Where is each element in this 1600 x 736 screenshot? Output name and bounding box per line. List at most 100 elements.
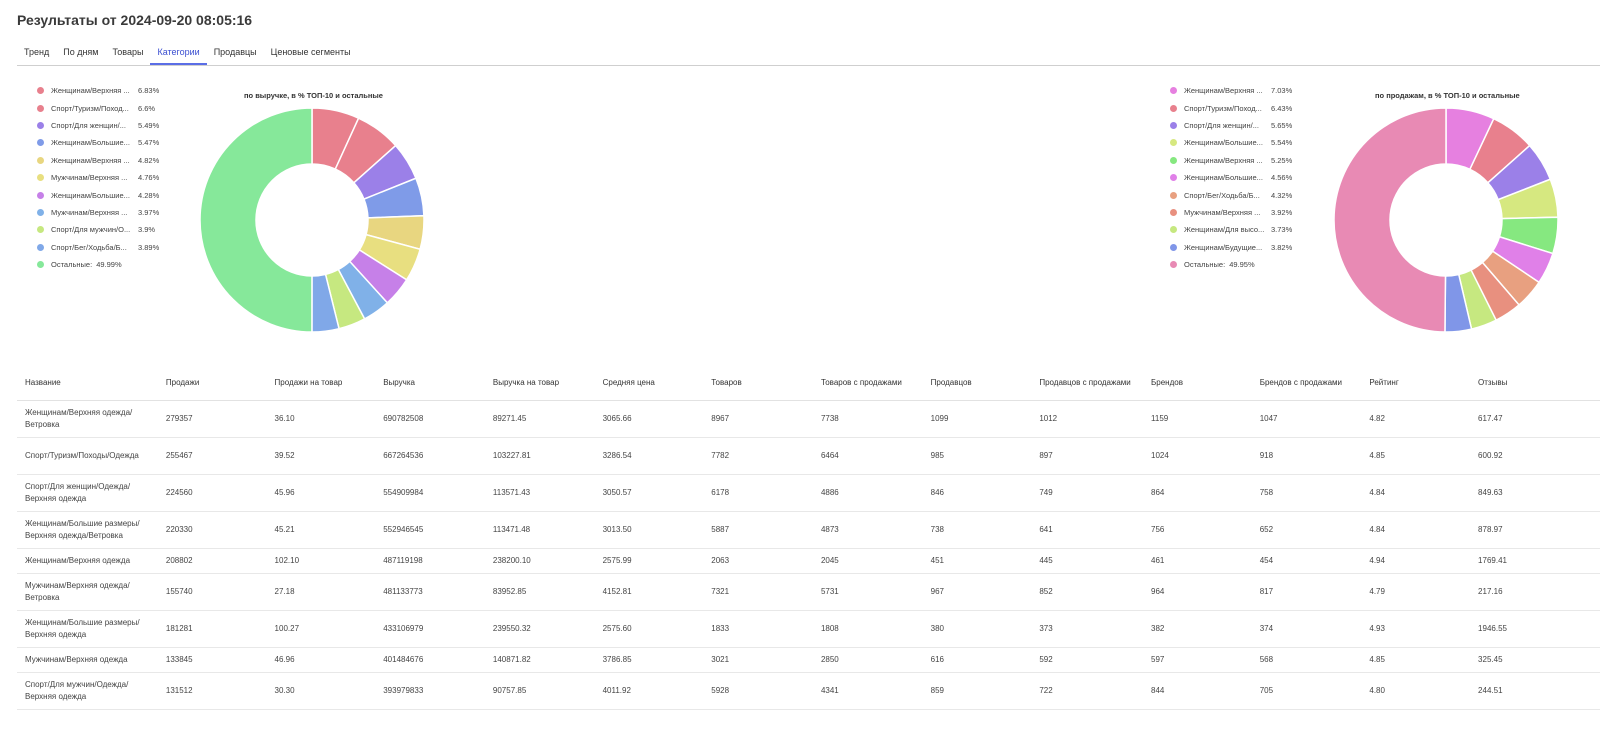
table-cell: 100.27 [266,610,376,648]
tab-price-segments[interactable]: Ценовые сегменты [264,43,358,64]
table-row[interactable]: Мужчинам/Верхняя одежда 133845 46.96 401484… [17,647,1600,673]
table-header-row: Название Продажи Продажи на товар Выручка Вы… [17,364,1600,401]
table-cell: 445 [1031,548,1144,574]
table-cell: 616 [922,647,1032,673]
table-cell: Мужчинам/Верхняя одежда/Ветровка [17,573,158,611]
table-cell: 140871.82 [484,647,595,673]
table-cell: 1833 [703,610,813,648]
table-cell: 4.80 [1361,672,1471,710]
column-header[interactable]: Выручка [375,364,485,401]
column-header[interactable]: Продажи [157,364,267,401]
legend-item[interactable]: Мужчинам/Верхняя ... 3.97% [37,204,159,221]
table-cell: 481133773 [375,573,485,611]
table-cell: 617.47 [1470,400,1600,438]
legend-item[interactable]: Мужчинам/Верхняя ... 3.92% [1170,204,1292,221]
legend-item[interactable]: Женщинам/Верхняя ... 6.83% [37,82,159,99]
table-cell: 244.51 [1470,672,1600,710]
table-cell: 102.10 [266,548,376,574]
legend-item[interactable]: Женщинам/Большие... 5.47% [37,134,159,151]
table-cell: 738 [922,511,1032,549]
table-cell: 181281 [157,610,267,648]
legend-item[interactable]: Спорт/Для женщин/... 5.49% [37,117,159,134]
legend-item[interactable]: Спорт/Бег/Ходьба/Б... 3.89% [37,239,159,256]
table-cell: 6464 [812,437,923,475]
table-cell: 846 [922,474,1032,512]
legend-item[interactable]: Женщинам/Большие... 5.54% [1170,134,1292,151]
column-header[interactable]: Брендов [1143,364,1252,401]
legend-item[interactable]: Женщинам/Верхняя ... 4.82% [37,152,159,169]
legend-item[interactable]: Спорт/Для женщин/... 5.65% [1170,117,1292,134]
tab-by-days[interactable]: По дням [56,43,105,64]
table-cell: 5731 [812,573,923,611]
legend-value: 5.47% [138,138,160,148]
table-cell: 380 [922,610,1032,648]
legend-swatch [1170,243,1177,251]
legend-item[interactable]: Женщинам/Для высо... 3.73% [1170,221,1292,238]
tab-sellers[interactable]: Продавцы [207,43,264,64]
table-cell: 451 [922,548,1032,574]
legend-value: 3.82% [1271,242,1293,252]
column-header[interactable]: Выручка на товар [484,364,595,401]
legend-item[interactable]: Женщинам/Большие... 4.56% [1170,169,1292,186]
legend-value: 6.43% [1271,103,1293,113]
legend-item[interactable]: Спорт/Туризм/Поход... 6.43% [1170,99,1292,116]
table-cell: 897 [1031,437,1144,475]
legend-item[interactable]: Женщинам/Будущие... 3.82% [1170,239,1292,256]
tab-categories[interactable]: Категории [150,43,207,65]
column-header[interactable]: Название [17,364,158,401]
legend-item[interactable]: Спорт/Для мужчин/О... 3.9% [37,221,159,238]
table-row[interactable]: Женщинам/Большие размеры/Верхняя одежда/… [17,511,1600,549]
sales-donut-chart [1333,107,1559,333]
legend-label: Женщинам/Большие... [51,138,130,148]
legend-label: Спорт/Бег/Ходьба/Б... [1184,190,1260,200]
table-cell: 382 [1143,610,1252,648]
table-cell: 859 [922,672,1032,710]
column-header[interactable]: Продажи на товар [266,364,376,401]
column-header[interactable]: Продавцов [922,364,1032,401]
table-cell: 722 [1031,672,1144,710]
column-header[interactable]: Средняя цена [594,364,704,401]
column-header[interactable]: Товаров [703,364,813,401]
donut-slice[interactable] [1333,107,1447,333]
column-header[interactable]: Рейтинг [1361,364,1471,401]
legend-item[interactable]: Женщинам/Верхняя ... 7.03% [1170,82,1292,99]
table-cell: 2063 [703,548,813,574]
table-cell: 2850 [812,647,923,673]
table-row[interactable]: Женщинам/Большие размеры/Верхняя одежда 1… [17,610,1600,648]
legend-swatch [37,139,44,147]
table-cell: 4873 [812,511,923,549]
legend-item[interactable]: Спорт/Туризм/Поход... 6.6% [37,99,159,116]
table-row[interactable]: Спорт/Для женщин/Одежда/Верхняя одежда 22… [17,474,1600,512]
legend-item[interactable]: Спорт/Бег/Ходьба/Б... 4.32% [1170,186,1292,203]
legend-value: 49.99% [96,260,122,270]
table-cell: 4.82 [1361,400,1471,438]
column-header[interactable]: Продавцов с продажами [1031,364,1144,401]
table-row[interactable]: Мужчинам/Верхняя одежда/Ветровка 155740 27… [17,573,1600,611]
legend-value: 49.95% [1229,260,1255,270]
legend-item[interactable]: Женщинам/Большие... 4.28% [37,186,159,203]
table-cell: 705 [1251,672,1362,710]
table-cell: 3786.85 [594,647,704,673]
tab-products[interactable]: Товары [106,43,151,64]
table-row[interactable]: Женщинам/Верхняя одежда/Ветровка 279357 36… [17,400,1600,438]
legend-item[interactable]: Остальные: 49.99% [37,256,159,273]
table-cell: 878.97 [1470,511,1600,549]
table-cell: 4152.81 [594,573,704,611]
column-header[interactable]: Отзывы [1470,364,1600,401]
tab-trend[interactable]: Тренд [17,43,56,64]
table-cell: Женщинам/Большие размеры/Верхняя одежда/… [17,511,158,549]
legend-item[interactable]: Мужчинам/Верхняя ... 4.76% [37,169,159,186]
legend-label: Женщинам/Верхняя ... [51,86,130,96]
table-row[interactable]: Женщинам/Верхняя одежда 208802 102.10 48711… [17,548,1600,574]
column-header[interactable]: Брендов с продажами [1251,364,1362,401]
legend-swatch [37,191,44,199]
table-row[interactable]: Спорт/Туризм/Походы/Одежда 255467 39.52 667… [17,437,1600,475]
column-header[interactable]: Товаров с продажами [812,364,923,401]
legend-value: 4.28% [138,190,160,200]
donut-slice[interactable] [199,107,313,333]
legend-item[interactable]: Остальные: 49.95% [1170,256,1292,273]
table-row[interactable]: Спорт/Для мужчин/Одежда/Верхняя одежда 13… [17,672,1600,710]
legend-item[interactable]: Женщинам/Верхняя ... 5.25% [1170,152,1292,169]
table-cell: 238200.10 [484,548,595,574]
legend-value: 5.49% [138,120,160,130]
